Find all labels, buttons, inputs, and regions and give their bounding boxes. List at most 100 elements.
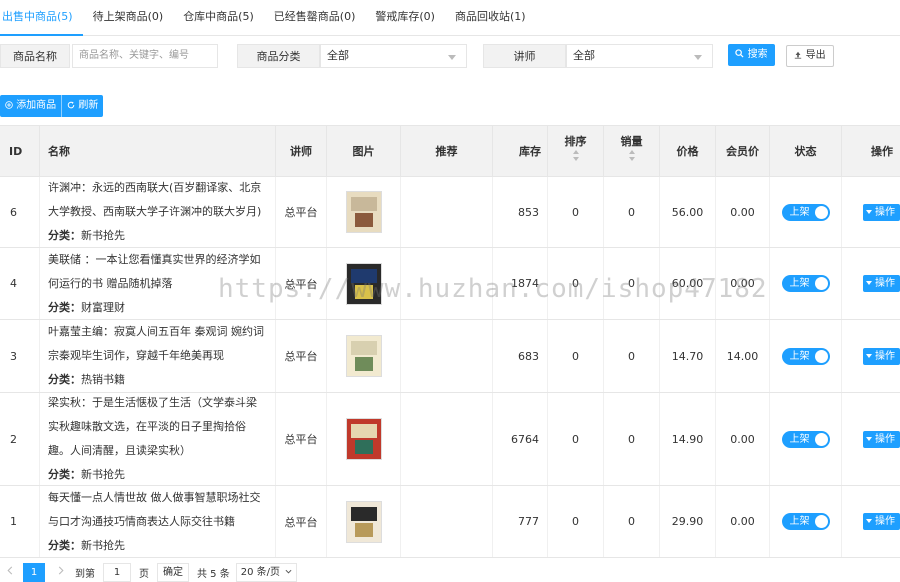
export-button[interactable]: 导出 xyxy=(786,45,834,67)
tab-stock-alert[interactable]: 警戒库存(0) xyxy=(365,0,445,36)
product-thumbnail[interactable] xyxy=(345,500,382,543)
goto-confirm-button[interactable]: 确定 xyxy=(157,563,189,582)
product-title[interactable]: 叶嘉莹主编：寂寞人间五百年 秦观词 婉约词宗秦观毕生词作，穿越千年绝美再现 xyxy=(48,320,267,368)
sort-arrows-icon[interactable] xyxy=(604,150,659,164)
col-sort-label: 排序 xyxy=(564,135,587,148)
goto-page-input[interactable]: 1 xyxy=(103,563,131,582)
row-status: 上架 xyxy=(770,177,842,247)
row-sort: 0 xyxy=(548,393,604,485)
search-button[interactable]: 搜索 xyxy=(728,44,775,66)
category-value: 热销书籍 xyxy=(81,373,125,386)
product-title[interactable]: 许渊冲：永远的西南联大(百岁翻译家、北京大学教授、西南联大学子许渊冲的联大岁月) xyxy=(48,176,267,224)
row-member-price: 14.00 xyxy=(716,320,770,392)
category-prefix: 分类： xyxy=(48,538,81,552)
row-sort: 0 xyxy=(548,486,604,557)
col-sort[interactable]: 排序 xyxy=(548,126,604,178)
table-row: 6 许渊冲：永远的西南联大(百岁翻译家、北京大学教授、西南联大学子许渊冲的联大岁月… xyxy=(0,177,900,248)
row-teacher: 总平台 xyxy=(276,486,327,557)
filter-bar: 商品名称 商品名称、关键字、编号 商品分类 全部 讲师 全部 搜索 导出 xyxy=(0,44,900,68)
row-price: 14.70 xyxy=(660,320,716,392)
operation-dropdown-button[interactable]: 操作 xyxy=(863,347,900,365)
row-stock: 853 xyxy=(493,177,548,247)
row-teacher: 总平台 xyxy=(276,248,327,319)
teacher-select[interactable]: 全部 xyxy=(566,44,713,68)
row-name: 叶嘉莹主编：寂寞人间五百年 秦观词 婉约词宗秦观毕生词作，穿越千年绝美再现 分类：… xyxy=(0,320,276,392)
row-status: 上架 xyxy=(770,393,842,485)
col-image: 图片 xyxy=(327,126,401,178)
refresh-button[interactable]: 刷新 xyxy=(61,95,103,117)
row-stock: 1874 xyxy=(493,248,548,319)
status-toggle-label: 上架 xyxy=(789,350,810,362)
col-recommend: 推荐 xyxy=(401,126,493,178)
category-value: 新书抢先 xyxy=(81,229,125,242)
status-toggle[interactable]: 上架 xyxy=(781,430,830,448)
teacher-select-value: 全部 xyxy=(573,49,595,62)
product-title[interactable]: 美联储 ：一本让您看懂真实世界的经济学如何运行的书 赠品随机掉落 xyxy=(48,248,267,296)
sort-arrows-icon[interactable] xyxy=(548,150,603,164)
row-sales: 0 xyxy=(604,248,660,319)
tab-recycle-bin[interactable]: 商品回收站(1) xyxy=(445,0,536,36)
toggle-knob xyxy=(814,277,828,290)
product-title[interactable]: 梁实秋：于是生活惬极了生活（文学泰斗梁实秋趣味散文选，在平淡的日子里掏拾俗趣。人… xyxy=(48,391,267,463)
row-image xyxy=(327,248,401,319)
row-name: 许渊冲：永远的西南联大(百岁翻译家、北京大学教授、西南联大学子许渊冲的联大岁月)… xyxy=(0,177,276,247)
row-ops: 操作 xyxy=(842,177,900,247)
product-category: 分类：财富理财 xyxy=(48,296,125,320)
product-category: 分类：热销书籍 xyxy=(48,368,125,392)
row-sales: 0 xyxy=(604,486,660,557)
row-image xyxy=(327,486,401,557)
product-title[interactable]: 每天懂一点人情世故 做人做事智慧职场社交与口才沟通技巧情商表达人际交往书籍 xyxy=(48,486,267,534)
row-recommend xyxy=(401,486,493,557)
page-size-value: 20 条/页 xyxy=(240,567,281,578)
status-toggle[interactable]: 上架 xyxy=(781,275,830,292)
page-number-current[interactable]: 1 xyxy=(23,563,45,582)
category-select-value: 全部 xyxy=(327,49,349,62)
product-name-input[interactable]: 商品名称、关键字、编号 xyxy=(72,44,218,68)
row-stock: 6764 xyxy=(493,393,548,485)
category-value: 财富理财 xyxy=(81,300,125,314)
col-sales[interactable]: 销量 xyxy=(604,126,660,178)
page-size-select[interactable]: 20 条/页 xyxy=(235,563,298,582)
row-price: 29.90 xyxy=(660,486,716,557)
status-toggle-label: 上架 xyxy=(789,433,810,445)
status-toggle[interactable]: 上架 xyxy=(781,347,830,365)
row-member-price: 0.00 xyxy=(716,248,770,319)
product-thumbnail[interactable] xyxy=(345,262,382,305)
status-toggle[interactable]: 上架 xyxy=(781,203,830,221)
prev-page-button[interactable] xyxy=(0,563,20,582)
row-stock: 777 xyxy=(493,486,548,557)
row-ops: 操作 xyxy=(842,393,900,485)
row-sales: 0 xyxy=(604,320,660,392)
tab-pending[interactable]: 待上架商品(0) xyxy=(83,0,174,36)
add-product-button[interactable]: 添加商品 xyxy=(0,95,61,117)
toggle-knob xyxy=(814,515,828,528)
row-ops: 操作 xyxy=(842,248,900,319)
product-category: 分类：新书抢先 xyxy=(48,224,125,248)
chevron-down-icon xyxy=(285,569,292,574)
col-status: 状态 xyxy=(770,126,842,178)
row-status: 上架 xyxy=(770,486,842,557)
search-icon xyxy=(735,49,744,58)
row-stock: 683 xyxy=(493,320,548,392)
status-toggle[interactable]: 上架 xyxy=(781,513,830,530)
caret-down-icon xyxy=(866,209,872,214)
operation-dropdown-button[interactable]: 操作 xyxy=(863,430,900,448)
category-prefix: 分类： xyxy=(48,373,81,386)
tab-sold-out[interactable]: 已经售罄商品(0) xyxy=(264,0,366,36)
col-stock: 库存 xyxy=(493,126,548,178)
product-status-tabs: 出售中商品(5) 待上架商品(0) 仓库中商品(5) 已经售罄商品(0) 警戒库… xyxy=(0,0,900,36)
next-page-button[interactable] xyxy=(51,563,71,582)
operation-dropdown-button[interactable]: 操作 xyxy=(863,275,900,292)
status-toggle-label: 上架 xyxy=(789,278,810,289)
product-thumbnail[interactable] xyxy=(345,191,382,233)
tab-warehouse[interactable]: 仓库中商品(5) xyxy=(173,0,264,36)
category-prefix: 分类： xyxy=(48,300,81,314)
category-select[interactable]: 全部 xyxy=(320,44,467,68)
product-thumbnail[interactable] xyxy=(345,335,382,377)
operation-dropdown-button[interactable]: 操作 xyxy=(863,513,900,530)
tab-on-sale[interactable]: 出售中商品(5) xyxy=(0,0,83,36)
row-price: 14.90 xyxy=(660,393,716,485)
goto-label: 到第 xyxy=(75,569,95,580)
operation-dropdown-button[interactable]: 操作 xyxy=(863,203,900,221)
product-thumbnail[interactable] xyxy=(345,418,382,460)
